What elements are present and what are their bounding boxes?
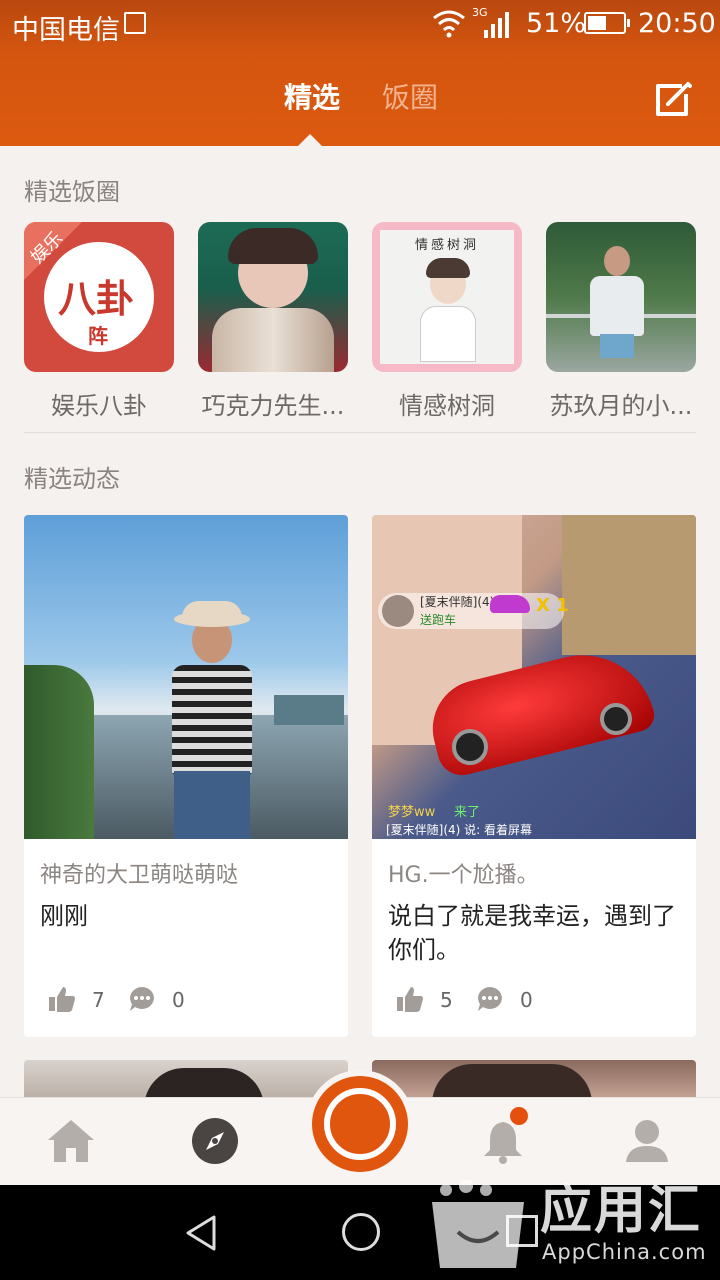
edit-icon[interactable] bbox=[652, 80, 692, 120]
circle-item-chocolate[interactable]: 巧克力先生... bbox=[198, 222, 348, 421]
thumbs-up-icon bbox=[49, 987, 75, 1012]
post-author[interactable]: HG.一个尬播。 bbox=[388, 857, 539, 889]
status-bar: 中国电信 3G 51% 20:50 bbox=[0, 0, 720, 52]
active-tab-indicator bbox=[298, 134, 322, 146]
section-title-featured-posts: 精选动态 bbox=[24, 465, 120, 493]
tab-featured[interactable]: 精选 bbox=[284, 76, 340, 116]
gift-car-icon bbox=[490, 595, 530, 613]
post-card[interactable]: 神奇的大卫萌哒萌哒 刚刚 7 0 bbox=[24, 515, 348, 1037]
home-icon[interactable] bbox=[46, 1116, 96, 1166]
home-circle-icon[interactable] bbox=[342, 1213, 380, 1251]
circle-thumbnail: 情感树洞 bbox=[372, 222, 522, 372]
record-button[interactable] bbox=[306, 1070, 414, 1178]
post-card-partial[interactable] bbox=[24, 1060, 348, 1100]
section-title-featured-circles: 精选饭圈 bbox=[24, 178, 120, 206]
post-card[interactable]: [夏末伴随](4) 送跑车 X 1 梦梦ww 来了 [夏末伴随](4) 说: 看… bbox=[372, 515, 696, 1037]
chat-message: 来了 bbox=[454, 805, 481, 820]
circle-item-entertainment[interactable]: 娱乐 八卦 阵 娱乐八卦 bbox=[24, 222, 174, 421]
circle-name: 苏玖月的小... bbox=[549, 392, 693, 420]
comment-icon bbox=[478, 987, 502, 1011]
circle-logo-sub: 阵 bbox=[88, 324, 108, 348]
profile-icon[interactable] bbox=[622, 1116, 672, 1166]
post-image: [夏末伴随](4) 送跑车 X 1 梦梦ww 来了 [夏末伴随](4) 说: 看… bbox=[372, 515, 696, 839]
comment-icon bbox=[130, 987, 154, 1011]
carrier-name: 中国电信 bbox=[12, 15, 120, 46]
clock: 20:50 bbox=[638, 8, 716, 39]
battery-icon bbox=[584, 12, 630, 34]
like-count: 5 bbox=[440, 988, 453, 1012]
circle-thumbnail: 娱乐 八卦 阵 bbox=[24, 222, 174, 372]
post-text: 说白了就是我幸运，遇到了你们。 bbox=[388, 902, 676, 964]
top-tabs: 精选 饭圈 bbox=[0, 76, 720, 126]
record-icon bbox=[324, 1088, 396, 1160]
battery-percent: 51% bbox=[526, 8, 587, 39]
gift-user: [夏末伴随](4) bbox=[420, 595, 495, 609]
gift-multiplier: X 1 bbox=[536, 595, 569, 616]
circle-thumbnail bbox=[198, 222, 348, 372]
shopping-bag-logo-icon bbox=[432, 1180, 524, 1268]
watermark-subtitle: AppChina.com bbox=[542, 1240, 707, 1264]
app-header: 中国电信 3G 51% 20:50 精选 饭圈 bbox=[0, 0, 720, 146]
circle-item-emotion[interactable]: 情感树洞 情感树洞 bbox=[372, 222, 522, 421]
thumbs-up-icon bbox=[397, 987, 423, 1012]
signal-icon: 3G bbox=[470, 6, 514, 38]
section-divider bbox=[24, 432, 696, 433]
post-author[interactable]: 神奇的大卫萌哒萌哒 bbox=[40, 857, 238, 889]
chat-line: [夏末伴随](4) 说: 看着屏幕 bbox=[386, 823, 533, 837]
back-icon[interactable] bbox=[182, 1213, 222, 1253]
post-text: 刚刚 bbox=[40, 902, 88, 930]
featured-circles-list: 娱乐 八卦 阵 娱乐八卦 巧克力先生... 情感树洞 情感树洞 苏玖月的小... bbox=[0, 222, 720, 422]
like-count: 7 bbox=[92, 988, 105, 1012]
comment-count: 0 bbox=[520, 988, 533, 1012]
notification-badge bbox=[510, 1107, 528, 1125]
comment-count: 0 bbox=[172, 988, 185, 1012]
compass-icon[interactable] bbox=[190, 1116, 240, 1166]
circle-logo-text: 八卦 bbox=[58, 276, 135, 321]
circle-name: 娱乐八卦 bbox=[51, 392, 147, 420]
image-notification-icon bbox=[124, 12, 146, 34]
circle-name: 巧克力先生... bbox=[201, 392, 345, 420]
wifi-icon bbox=[433, 10, 465, 38]
watermark-title: 应用汇 bbox=[540, 1181, 703, 1241]
tab-fan-circles[interactable]: 饭圈 bbox=[382, 76, 438, 116]
post-image bbox=[24, 515, 348, 839]
circle-item-sujiuyue[interactable]: 苏玖月的小... bbox=[546, 222, 696, 421]
appchina-watermark: 应用汇 AppChina.com bbox=[424, 1160, 720, 1280]
chat-name: 梦梦ww bbox=[388, 805, 436, 820]
circle-banner-text: 情感树洞 bbox=[414, 238, 479, 253]
circle-thumbnail bbox=[546, 222, 696, 372]
circle-name: 情感树洞 bbox=[399, 392, 495, 420]
post-card-partial[interactable] bbox=[372, 1060, 696, 1100]
gift-label: 送跑车 bbox=[420, 613, 457, 627]
